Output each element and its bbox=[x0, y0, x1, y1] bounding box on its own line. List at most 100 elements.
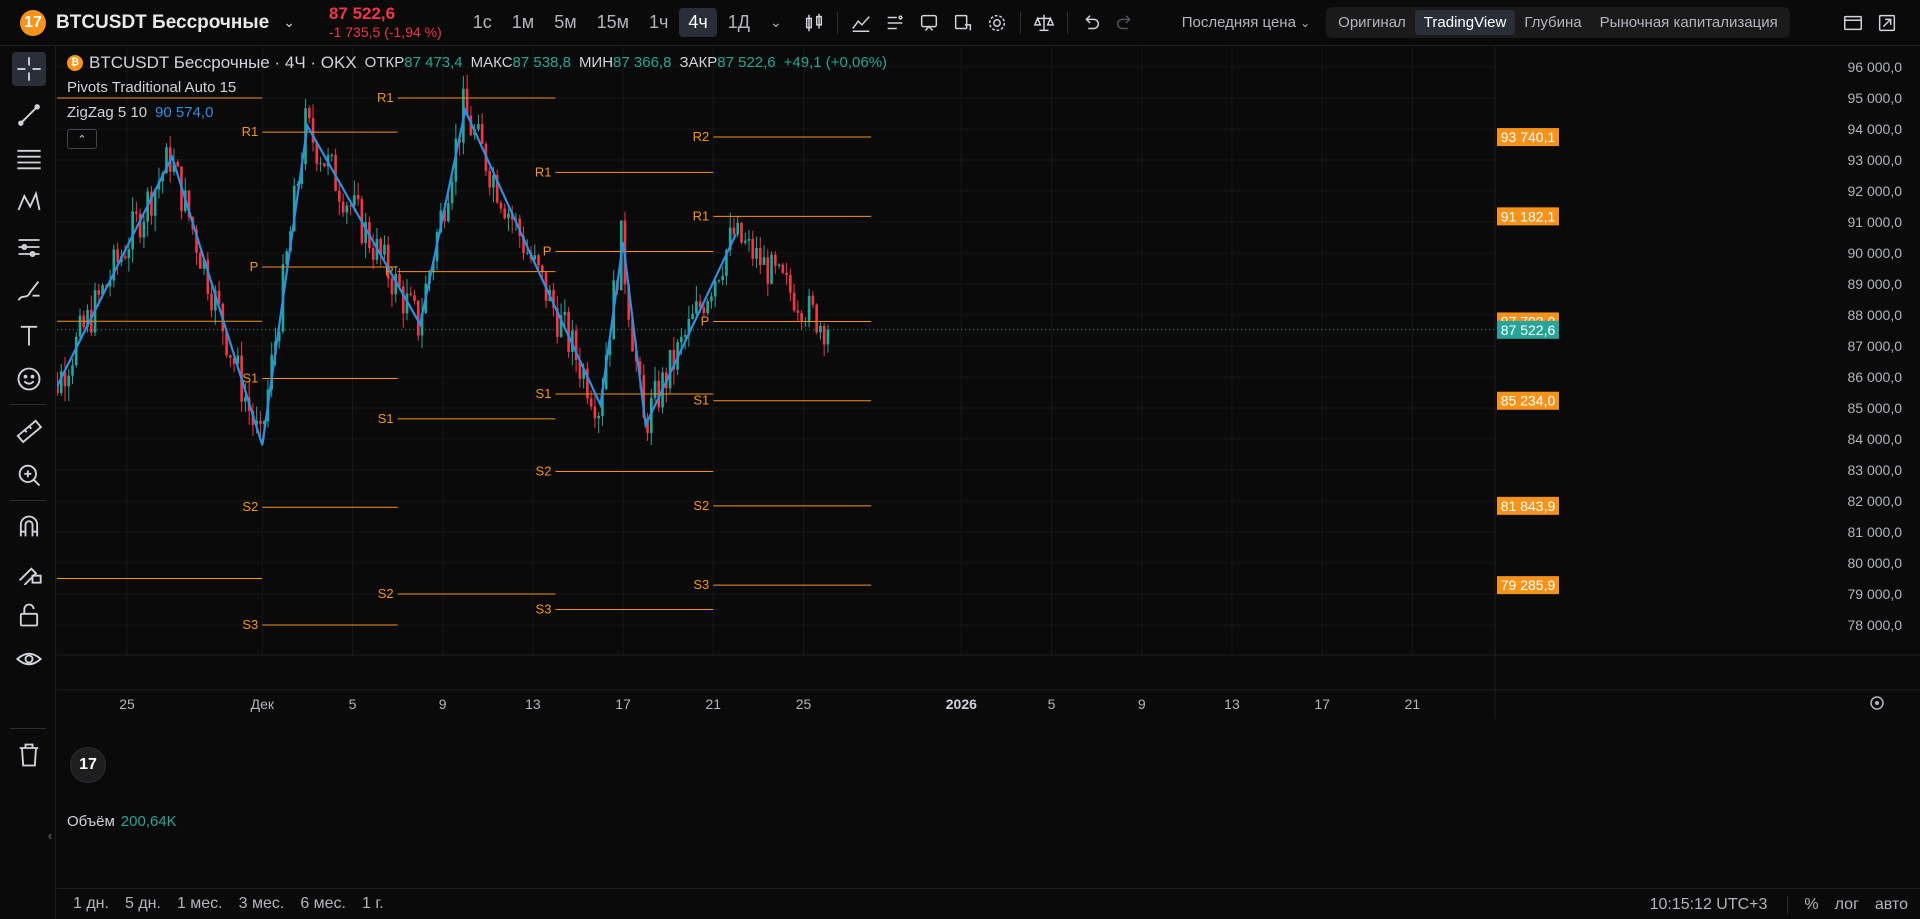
candle-body bbox=[736, 222, 740, 235]
y-axis-tick: 91 000,0 bbox=[1848, 214, 1903, 230]
range-1y[interactable]: 1 г. bbox=[356, 893, 390, 915]
clock[interactable]: 10:15:12 UTC+3 bbox=[1650, 896, 1768, 914]
collapse-legend-button[interactable]: ⌃ bbox=[67, 129, 97, 149]
trash-icon[interactable] bbox=[12, 738, 46, 772]
layout-icon[interactable] bbox=[1836, 6, 1870, 40]
view-depth[interactable]: Глубина bbox=[1515, 10, 1590, 35]
unlock-icon[interactable] bbox=[12, 598, 46, 632]
candle-body bbox=[747, 238, 751, 241]
range-6m[interactable]: 6 мес. bbox=[294, 893, 352, 915]
ruler-icon[interactable] bbox=[12, 414, 46, 448]
view-market-cap[interactable]: Рыночная капитализация bbox=[1591, 10, 1787, 35]
last-price-mode-select[interactable]: Последняя цена ⌄ bbox=[1182, 14, 1310, 31]
candle-body bbox=[785, 272, 788, 275]
timeframe-4h[interactable]: 4ч bbox=[679, 8, 717, 37]
percent-toggle[interactable]: % bbox=[1796, 896, 1826, 914]
candle-body bbox=[770, 254, 773, 284]
view-tradingview[interactable]: TradingView bbox=[1414, 10, 1516, 35]
log-toggle[interactable]: лог bbox=[1827, 896, 1867, 914]
top-toolbar: 17 BTCUSDT Бессрочные ⌄ 87 522,6 -1 735,… bbox=[0, 0, 1920, 46]
y-axis-tick: 88 000,0 bbox=[1848, 307, 1903, 323]
x-axis-tick: 17 bbox=[1314, 696, 1330, 712]
zigzag-label: ZigZag 5 10 bbox=[67, 104, 148, 121]
price-chart[interactable]: R1PS1R1PS1S2S3R1PS1S2R1PS1S2S3R2R1PS1S2S… bbox=[16, 47, 1920, 892]
range-5d[interactable]: 5 дн. bbox=[119, 893, 167, 915]
alert-icon[interactable] bbox=[912, 6, 946, 40]
timeframe-15m[interactable]: 15м bbox=[588, 8, 638, 37]
range-1m[interactable]: 1 мес. bbox=[171, 893, 229, 915]
divider bbox=[1787, 895, 1789, 914]
timeframe-1s[interactable]: 1с bbox=[464, 8, 501, 37]
timeframe-more-icon[interactable]: ⌄ bbox=[761, 10, 791, 35]
eye-icon[interactable] bbox=[12, 642, 46, 676]
legend-symbol[interactable]: BTCUSDT Бессрочные · 4Ч · OKX bbox=[89, 53, 357, 73]
pivot-label-s2: S2 bbox=[242, 499, 258, 514]
range-1d[interactable]: 1 дн. bbox=[67, 893, 115, 915]
redo-icon[interactable] bbox=[1108, 6, 1142, 40]
chart-type-icon[interactable] bbox=[797, 6, 831, 40]
y-axis-tick: 86 000,0 bbox=[1848, 369, 1903, 385]
emoji-icon[interactable] bbox=[12, 362, 46, 396]
candle-body bbox=[507, 213, 510, 219]
timeframe-1d[interactable]: 1Д bbox=[719, 8, 759, 37]
candle-body bbox=[78, 315, 82, 337]
x-axis-tick: 13 bbox=[1224, 696, 1240, 712]
range-3m[interactable]: 3 мес. bbox=[233, 893, 291, 915]
fullscreen-icon[interactable] bbox=[1870, 6, 1904, 40]
volume-label: Объём bbox=[67, 813, 115, 830]
indicator-zigzag[interactable]: ZigZag 5 10 90 574,0 bbox=[67, 100, 887, 125]
view-original[interactable]: Оригинал bbox=[1329, 10, 1415, 35]
indicators-icon[interactable] bbox=[844, 6, 878, 40]
candle-body bbox=[796, 310, 800, 313]
chevron-down-icon[interactable]: ⌄ bbox=[283, 14, 295, 31]
y-axis-tick: 94 000,0 bbox=[1848, 121, 1903, 137]
text-tool-icon[interactable] bbox=[12, 318, 46, 352]
brush-icon[interactable] bbox=[12, 274, 46, 308]
indicator-pivots[interactable]: Pivots Traditional Auto 15 bbox=[67, 75, 887, 100]
y-axis-tick: 95 000,0 bbox=[1848, 90, 1903, 106]
close-value: 87 522,6 bbox=[717, 54, 776, 71]
lock-drawing-icon[interactable] bbox=[12, 554, 46, 588]
undo-icon[interactable] bbox=[1074, 6, 1108, 40]
candle-body bbox=[210, 293, 213, 311]
forecast-icon[interactable] bbox=[12, 230, 46, 264]
replay-icon[interactable] bbox=[946, 6, 980, 40]
x-axis-tick: 9 bbox=[1138, 696, 1146, 712]
candle-body bbox=[762, 257, 766, 265]
fib-retracement-icon[interactable] bbox=[12, 142, 46, 176]
compare-scale-icon[interactable] bbox=[1027, 6, 1061, 40]
timeframe-1h[interactable]: 1ч bbox=[640, 8, 677, 37]
auto-toggle[interactable]: авто bbox=[1867, 896, 1916, 914]
candle-body bbox=[338, 190, 341, 202]
tradingview-logo[interactable]: 17 bbox=[70, 747, 106, 783]
trend-line-icon[interactable] bbox=[12, 98, 46, 132]
chart-canvas[interactable]: R1PS1R1PS1S2S3R1PS1S2R1PS1S2S3R2R1PS1S2S… bbox=[16, 47, 1920, 887]
candle-body bbox=[71, 365, 74, 376]
candle-body bbox=[800, 312, 803, 322]
pivot-label-s3: S3 bbox=[242, 617, 258, 632]
settings-gear-icon[interactable] bbox=[980, 6, 1014, 40]
x-axis-tick: 25 bbox=[119, 696, 135, 712]
candle-body bbox=[721, 275, 725, 281]
candle-body bbox=[691, 313, 694, 319]
pivot-label-s1: S1 bbox=[242, 371, 258, 386]
pattern-icon[interactable] bbox=[12, 186, 46, 220]
low-label: МИН bbox=[578, 54, 614, 71]
y-axis-tick: 81 000,0 bbox=[1848, 524, 1903, 540]
x-axis-tick: 5 bbox=[349, 696, 357, 712]
magnet-icon[interactable] bbox=[12, 510, 46, 544]
collapse-toolbar-icon[interactable]: ‹ bbox=[48, 828, 52, 843]
symbol-title[interactable]: BTCUSDT Бессрочные bbox=[56, 12, 269, 34]
pivot-label-s2: S2 bbox=[693, 498, 709, 513]
candle-body bbox=[244, 397, 247, 402]
timeframe-5m[interactable]: 5м bbox=[545, 8, 585, 37]
templates-icon[interactable] bbox=[878, 6, 912, 40]
candle-body bbox=[259, 420, 262, 424]
price-tag-label: 87 522,6 bbox=[1501, 322, 1556, 338]
crosshair-icon[interactable] bbox=[12, 52, 46, 86]
zoom-in-icon[interactable] bbox=[12, 458, 46, 492]
candle-body bbox=[732, 227, 736, 235]
timeframe-1m[interactable]: 1м bbox=[503, 8, 543, 37]
candle-body bbox=[826, 329, 830, 345]
price-tag-label: 81 843,9 bbox=[1501, 498, 1556, 514]
